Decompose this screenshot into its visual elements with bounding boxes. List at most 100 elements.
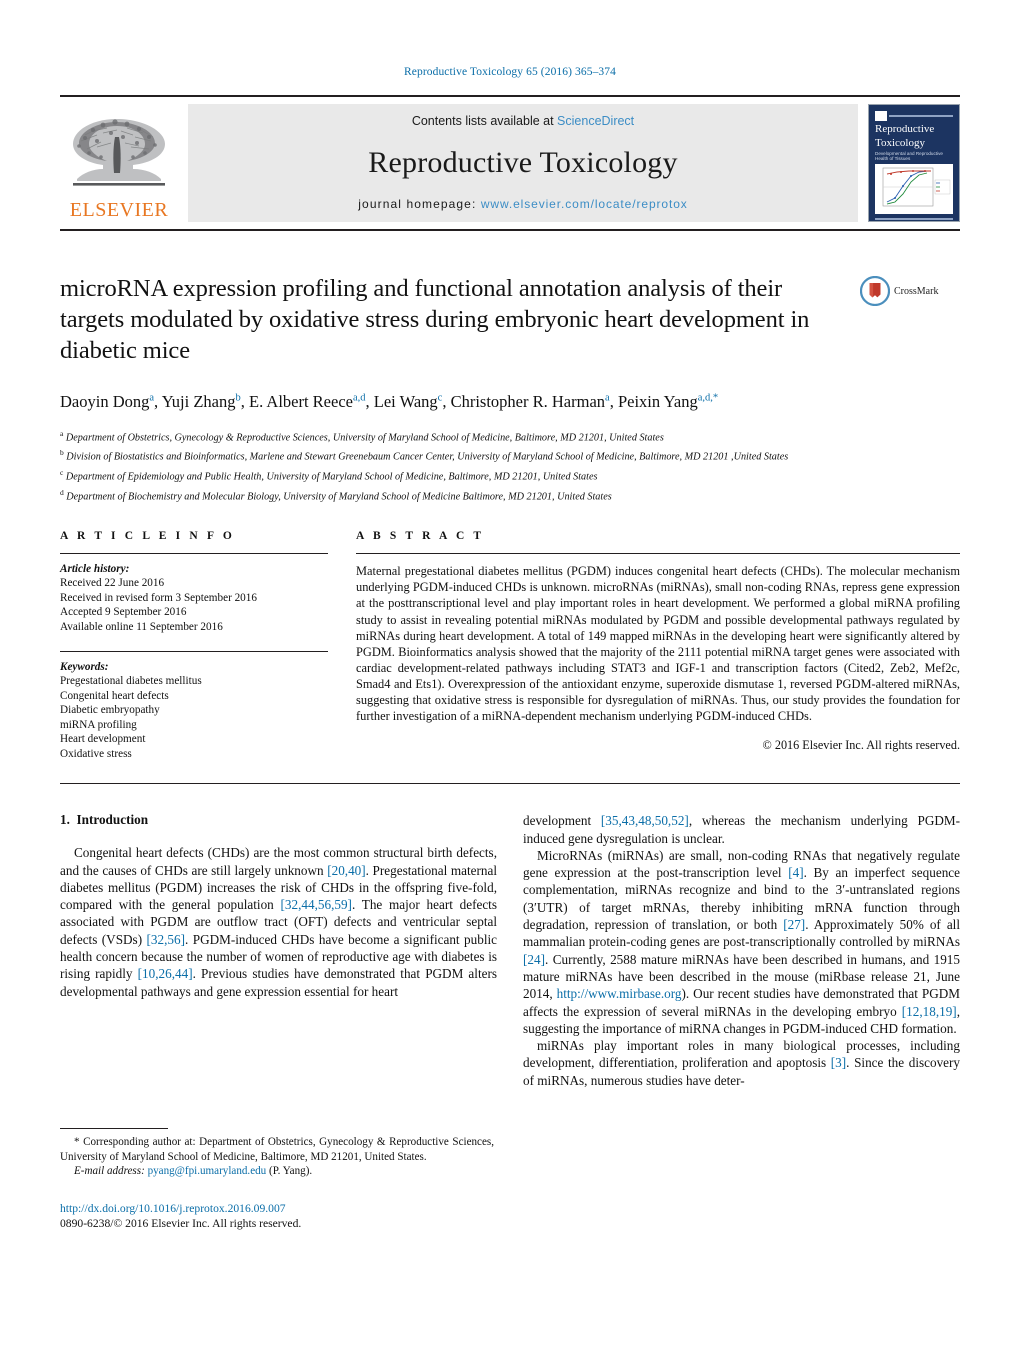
homepage-prefix: journal homepage:	[358, 197, 481, 211]
author-name: Christopher R. Harman	[450, 391, 606, 411]
email-link[interactable]: pyang@fpi.umaryland.edu	[148, 1165, 267, 1177]
contents-available-line: Contents lists available at ScienceDirec…	[412, 114, 634, 128]
article-history-item: Accepted 9 September 2016	[60, 606, 187, 619]
corresponding-author-note: * Corresponding author at: Department of…	[60, 1135, 494, 1164]
elsevier-tree-icon	[73, 119, 165, 186]
paragraph-text: development [35,43,48,50,52], whereas th…	[523, 813, 960, 846]
issn-copyright-line: 0890-6238/© 2016 Elsevier Inc. All right…	[60, 1216, 302, 1230]
email-suffix: (P. Yang).	[269, 1165, 313, 1178]
paragraph: miRNAs play important roles in many biol…	[523, 1037, 960, 1089]
abstract-rule	[356, 553, 960, 555]
copyright-line: © 2016 Elsevier Inc. All rights reserved…	[762, 738, 960, 753]
paragraph-text: MicroRNAs (miRNAs) are small, non-coding…	[523, 847, 961, 1036]
citation-ref[interactable]: [20,40]	[327, 863, 365, 878]
author-separator: ,	[154, 391, 162, 411]
info-abstract-section: A R T I C L E I N F O Article history: R…	[60, 530, 960, 761]
journal-cover-thumbnail: Reproductive Toxicology Developmental an…	[868, 104, 960, 222]
author-entry: Peixin Yanga,d,*	[618, 392, 718, 411]
author-entry: Christopher R. Harmana,	[451, 392, 618, 411]
citation-ref[interactable]: [12,18,19]	[902, 1004, 957, 1019]
paragraph: Congenital heart defects (CHDs) are the …	[60, 844, 497, 1000]
page-title: microRNA expression profiling and functi…	[60, 275, 810, 364]
author-entry: Lei Wangc,	[374, 392, 451, 411]
citation-ref[interactable]: [32,44,56,59]	[281, 897, 352, 912]
journal-title: Reproductive Toxicology	[368, 145, 678, 179]
corresponding-author-text: Corresponding author at: Department of O…	[60, 1136, 494, 1163]
cover-chart-thumbnail	[875, 164, 953, 214]
doi-link-wrap: http://dx.doi.org/10.1016/j.reprotox.201…	[60, 1201, 494, 1216]
citation-ref[interactable]: [24]	[523, 952, 545, 967]
running-head: Reproductive Toxicology 65 (2016) 365–37…	[404, 66, 616, 78]
article-first-page: Reproductive Toxicology 65 (2016) 365–37…	[0, 0, 1020, 1351]
cover-logo-box	[875, 111, 887, 121]
body-columns: 1. Introduction Congenital heart defects…	[60, 812, 960, 1089]
corresponding-author-marker[interactable]: *	[713, 392, 718, 403]
section-heading-introduction: 1. Introduction	[60, 812, 497, 828]
contents-prefix: Contents lists available at	[411, 114, 558, 128]
footnote-star: *	[74, 1136, 80, 1148]
cover-subtitle: Developmental and Reproductive Health of…	[875, 151, 943, 161]
affiliation-item: a Department of Obstetrics, Gynecology &…	[60, 426, 960, 446]
journal-masthead: ELSEVIER Contents lists available at Sci…	[60, 95, 960, 231]
keyword-item: Pregestational diabetes mellitus	[60, 675, 202, 688]
author-entry: Yuji Zhangb,	[162, 392, 249, 411]
affiliation-marker: b	[60, 448, 64, 458]
author-affiliation-marker[interactable]: a,d,	[698, 392, 713, 403]
section-number: 1.	[60, 812, 70, 828]
keyword-item: Congenital heart defects	[60, 689, 169, 702]
citation-ref[interactable]: [3]	[831, 1055, 846, 1070]
abstract-bottom-rule	[60, 783, 960, 785]
affiliation-item: d Department of Biochemistry and Molecul…	[60, 485, 960, 505]
article-info-column: A R T I C L E I N F O Article history: R…	[60, 530, 356, 761]
crossmark-badge[interactable]: CrossMark	[860, 273, 960, 306]
affiliation-text: Department of Epidemiology and Public He…	[65, 471, 598, 483]
affiliation-text: Division of Biostatistics and Bioinforma…	[66, 451, 789, 463]
article-info-rule	[60, 553, 328, 555]
keyword-item: miRNA profiling	[60, 718, 137, 731]
cover-chart-icon	[875, 164, 953, 214]
sciencedirect-link[interactable]: ScienceDirect	[557, 114, 634, 128]
title-block: microRNA expression profiling and functi…	[60, 273, 960, 366]
crossmark-label: CrossMark	[894, 285, 939, 297]
abstract-heading: A B S T R A C T	[356, 530, 485, 543]
masthead-band: Contents lists available at ScienceDirec…	[188, 104, 858, 222]
affiliation-item: b Division of Biostatistics and Bioinfor…	[60, 445, 960, 465]
citation-ref[interactable]: [32,56]	[147, 932, 185, 947]
citation-ref[interactable]: [4]	[788, 865, 803, 880]
doi-link[interactable]: http://dx.doi.org/10.1016/j.reprotox.201…	[60, 1202, 286, 1215]
affiliation-marker: d	[60, 487, 64, 497]
email-note: E-mail address: pyang@fpi.umaryland.edu …	[60, 1164, 494, 1179]
cover-title-line1: Reproductive	[875, 123, 935, 135]
cover-topbar	[875, 111, 953, 121]
crossmark-icon	[860, 276, 890, 306]
section-title: Introduction	[76, 812, 149, 828]
author-name: Lei Wang	[373, 391, 438, 411]
article-info-heading: A R T I C L E I N F O	[60, 530, 235, 543]
body-column-left: 1. Introduction Congenital heart defects…	[60, 812, 497, 1089]
elsevier-logo: ELSEVIER	[60, 104, 178, 222]
author-name: E. Albert Reece	[248, 391, 353, 411]
author-separator: ,	[365, 391, 374, 411]
paragraph-text: Congenital heart defects (CHDs) are the …	[60, 845, 497, 999]
keyword-item: Oxidative stress	[60, 747, 132, 760]
keyword-item: Heart development	[60, 733, 146, 746]
citation-ref[interactable]: [10,26,44]	[138, 966, 193, 981]
author-separator: ,	[240, 391, 249, 411]
footnote-rule	[60, 1128, 168, 1129]
author-affiliation-marker[interactable]: a,d	[353, 392, 366, 403]
email-label: E-mail address:	[74, 1165, 145, 1178]
keywords-rule	[60, 651, 328, 653]
inline-url[interactable]: http://www.mirbase.org	[557, 986, 682, 1001]
paragraph: development [35,43,48,50,52], whereas th…	[523, 812, 960, 847]
title-text-wrap: microRNA expression profiling and functi…	[60, 273, 860, 366]
citation-ref[interactable]: [27]	[783, 917, 805, 932]
author-name: Peixin Yang	[617, 391, 698, 411]
journal-homepage-link[interactable]: www.elsevier.com/locate/reprotox	[481, 197, 688, 211]
citation-ref[interactable]: [35,43,48,50,52]	[601, 813, 689, 828]
elsevier-wordmark: ELSEVIER	[69, 199, 169, 221]
paragraph: MicroRNAs (miRNAs) are small, non-coding…	[523, 847, 960, 1037]
body-column-right: development [35,43,48,50,52], whereas th…	[523, 812, 960, 1089]
article-history-item: Received 22 June 2016	[60, 577, 165, 590]
